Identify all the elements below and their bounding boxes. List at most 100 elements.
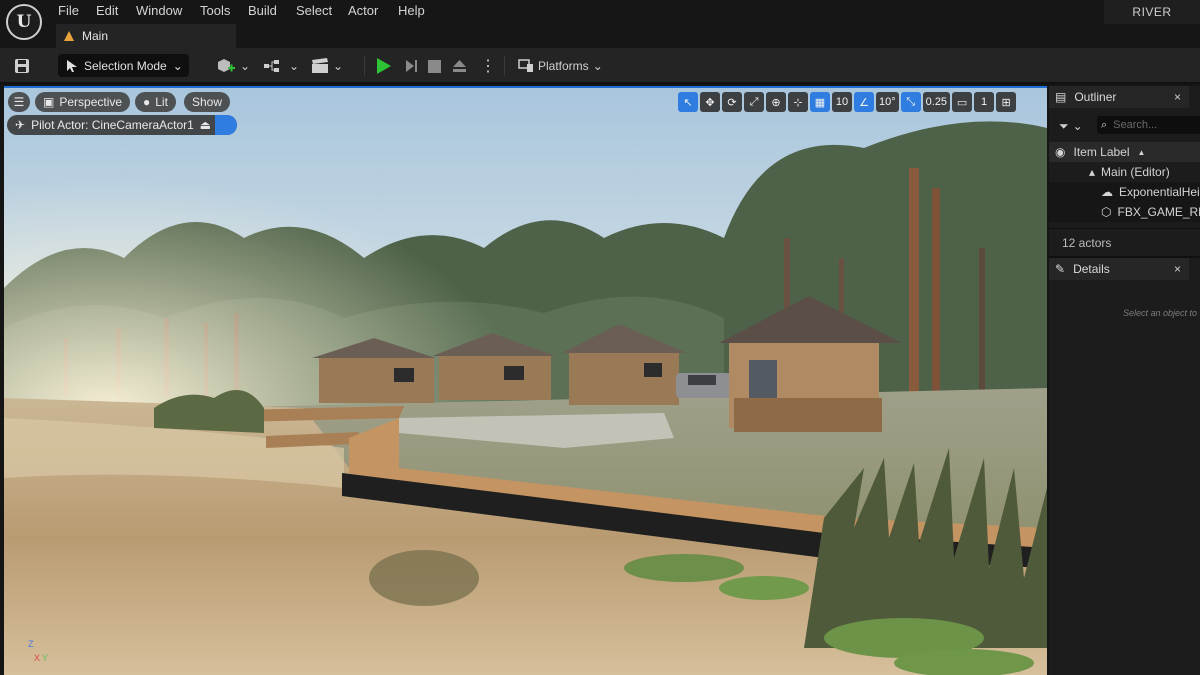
details-empty-hint: Select an object to view details. <box>1123 308 1200 318</box>
scale-snap-value[interactable]: 0.25 <box>922 92 951 112</box>
tab-label: Main <box>82 29 109 43</box>
cinematics-button[interactable]: ⌄ <box>311 54 343 78</box>
translate-tool-icon[interactable]: ✥ <box>700 92 720 112</box>
eject-pilot-icon[interactable]: ⏏ <box>200 118 211 132</box>
stop-button[interactable] <box>428 54 441 78</box>
unreal-logo-icon[interactable]: U <box>6 4 42 40</box>
hamburger-icon: ☰ <box>13 95 25 109</box>
project-name: RIVER <box>1104 0 1200 24</box>
cursor-icon <box>67 59 77 72</box>
outliner-panel: ▤ Outliner × ⏷ ⌄ ⌕ Search... ◉ Item Labe… <box>1049 86 1200 256</box>
chevron-down-icon: ⌄ <box>333 59 344 73</box>
scale-tool-icon[interactable]: ⤢ <box>744 92 764 112</box>
details-title: Details <box>1073 262 1110 276</box>
chevron-down-icon: ⌄ <box>1072 119 1083 133</box>
world-space-icon[interactable]: ⊕ <box>766 92 786 112</box>
grid-snap-value[interactable]: 10 <box>832 92 852 112</box>
pilot-actor-label: Pilot Actor: CineCameraActor1 <box>31 118 194 132</box>
camera-icon[interactable] <box>215 115 237 135</box>
axis-z: Z <box>28 639 34 649</box>
outliner-tab[interactable]: ▤ Outliner × <box>1049 86 1189 108</box>
blueprint-button[interactable]: ⌄ <box>263 54 299 78</box>
level-viewport[interactable]: ☰ ▣ Perspective ● Lit Show ✈ Pilot Actor… <box>4 86 1047 675</box>
outliner-row-fog[interactable]: ☁ ExponentialHeightFog <box>1049 182 1200 202</box>
save-icon <box>15 59 29 73</box>
save-button[interactable] <box>14 54 30 78</box>
menu-help[interactable]: Help <box>398 3 425 18</box>
more-vertical-icon: ⋮ <box>480 58 496 75</box>
pilot-actor-bar[interactable]: ✈ Pilot Actor: CineCameraActor1 ⏏ <box>7 115 237 135</box>
camera-speed-icon[interactable]: ▭ <box>952 92 973 112</box>
toolbar-divider <box>364 56 365 76</box>
outliner-column-header[interactable]: ◉ Item Label ▲ <box>1049 142 1200 162</box>
search-placeholder: Search... <box>1113 119 1158 131</box>
add-actor-button[interactable]: ⌄ <box>216 54 250 78</box>
pilot-plane-icon: ✈ <box>15 118 26 132</box>
rotate-tool-icon[interactable]: ⟳ <box>722 92 742 112</box>
outliner-title: Outliner <box>1074 90 1117 104</box>
main-toolbar: Selection Mode ⌄ ⌄ ⌄ ⌄ ⋮ Platforms ⌄ <box>0 48 1200 84</box>
camera-speed-value[interactable]: 1 <box>974 92 995 112</box>
stop-icon <box>428 59 441 73</box>
advance-frame-button[interactable] <box>404 54 418 78</box>
menu-edit[interactable]: Edit <box>96 3 118 18</box>
perspective-button[interactable]: ▣ Perspective <box>35 92 131 112</box>
viewport-transform-tools: ↖ ✥ ⟳ ⤢ ⊕ ⊹ ▦ 10 ∠ 10° ⤡ 0.25 ▭ 1 ⊞ <box>678 91 1017 113</box>
menu-file[interactable]: File <box>58 3 79 18</box>
menu-build[interactable]: Build <box>248 3 277 18</box>
menu-tools[interactable]: Tools <box>200 3 230 18</box>
grid-snap-icon[interactable]: ▦ <box>810 92 830 112</box>
rotation-snap-value[interactable]: 10° <box>876 92 899 112</box>
outliner-filter-button[interactable]: ⏷ ⌄ <box>1059 114 1083 138</box>
chevron-down-icon: ⌄ <box>172 58 183 73</box>
actor-count: 12 actors <box>1049 228 1200 256</box>
scene-render <box>4 88 1047 675</box>
static-mesh-icon: ⬡ <box>1101 205 1112 219</box>
clapperboard-icon <box>312 58 328 73</box>
rotation-snap-icon[interactable]: ∠ <box>854 92 874 112</box>
selection-mode-label: Selection Mode <box>84 58 167 73</box>
axis-x: X <box>34 653 41 663</box>
platforms-button[interactable]: Platforms ⌄ <box>518 54 603 78</box>
chevron-down-icon: ⌄ <box>240 59 251 73</box>
item-label-header: Item Label <box>1073 145 1130 159</box>
add-actor-icon <box>218 59 235 72</box>
viewport-options-button[interactable]: ☰ <box>8 92 30 112</box>
close-icon[interactable]: × <box>1174 262 1181 276</box>
outliner-item-label: Main (Editor) <box>1101 165 1170 179</box>
eject-button[interactable] <box>452 54 467 78</box>
outliner-row-fbx[interactable]: ⬡ FBX_GAME_READY <box>1049 202 1200 222</box>
perspective-label: Perspective <box>59 95 123 109</box>
details-tab[interactable]: ✎ Details × <box>1049 258 1189 280</box>
outliner-item-label: ExponentialHeightFog <box>1119 185 1200 199</box>
document-tab-row: Main <box>0 24 1200 48</box>
outliner-item-label: FBX_GAME_READY <box>1117 205 1200 219</box>
visibility-eye-icon: ◉ <box>1055 145 1066 159</box>
surface-snap-icon[interactable]: ⊹ <box>788 92 808 112</box>
scale-snap-icon[interactable]: ⤡ <box>900 92 921 112</box>
show-button[interactable]: Show <box>184 92 231 112</box>
menu-select[interactable]: Select <box>296 3 332 18</box>
play-button[interactable] <box>377 58 391 74</box>
toolbar-divider <box>504 56 505 76</box>
selection-mode-dropdown[interactable]: Selection Mode ⌄ <box>58 54 189 77</box>
outliner-row-main-editor[interactable]: ▴ Main (Editor) <box>1049 162 1200 182</box>
details-panel: ✎ Details × Select an object to view det… <box>1049 256 1200 675</box>
layout-icon[interactable]: ⊞ <box>996 92 1017 112</box>
lit-button[interactable]: ● Lit <box>135 92 176 112</box>
search-icon: ⌕ <box>1101 118 1108 131</box>
menu-actor[interactable]: Actor <box>348 3 378 18</box>
lit-label: Lit <box>155 95 168 109</box>
chevron-down-icon: ⌄ <box>289 59 300 73</box>
chevron-down-icon: ⌄ <box>592 59 603 73</box>
play-options-button[interactable]: ⋮ <box>480 54 496 78</box>
select-tool-icon[interactable]: ↖ <box>678 92 698 112</box>
sort-up-icon: ▲ <box>1137 147 1146 157</box>
tab-main-level[interactable]: Main <box>56 24 236 48</box>
menu-window[interactable]: Window <box>136 3 182 18</box>
menu-bar: U File Edit Window Tools Build Select Ac… <box>0 0 1200 40</box>
blueprint-icon <box>264 60 279 72</box>
outliner-search-input[interactable]: ⌕ Search... <box>1097 116 1200 134</box>
close-icon[interactable]: × <box>1174 90 1181 104</box>
axis-y: Y <box>42 653 49 663</box>
